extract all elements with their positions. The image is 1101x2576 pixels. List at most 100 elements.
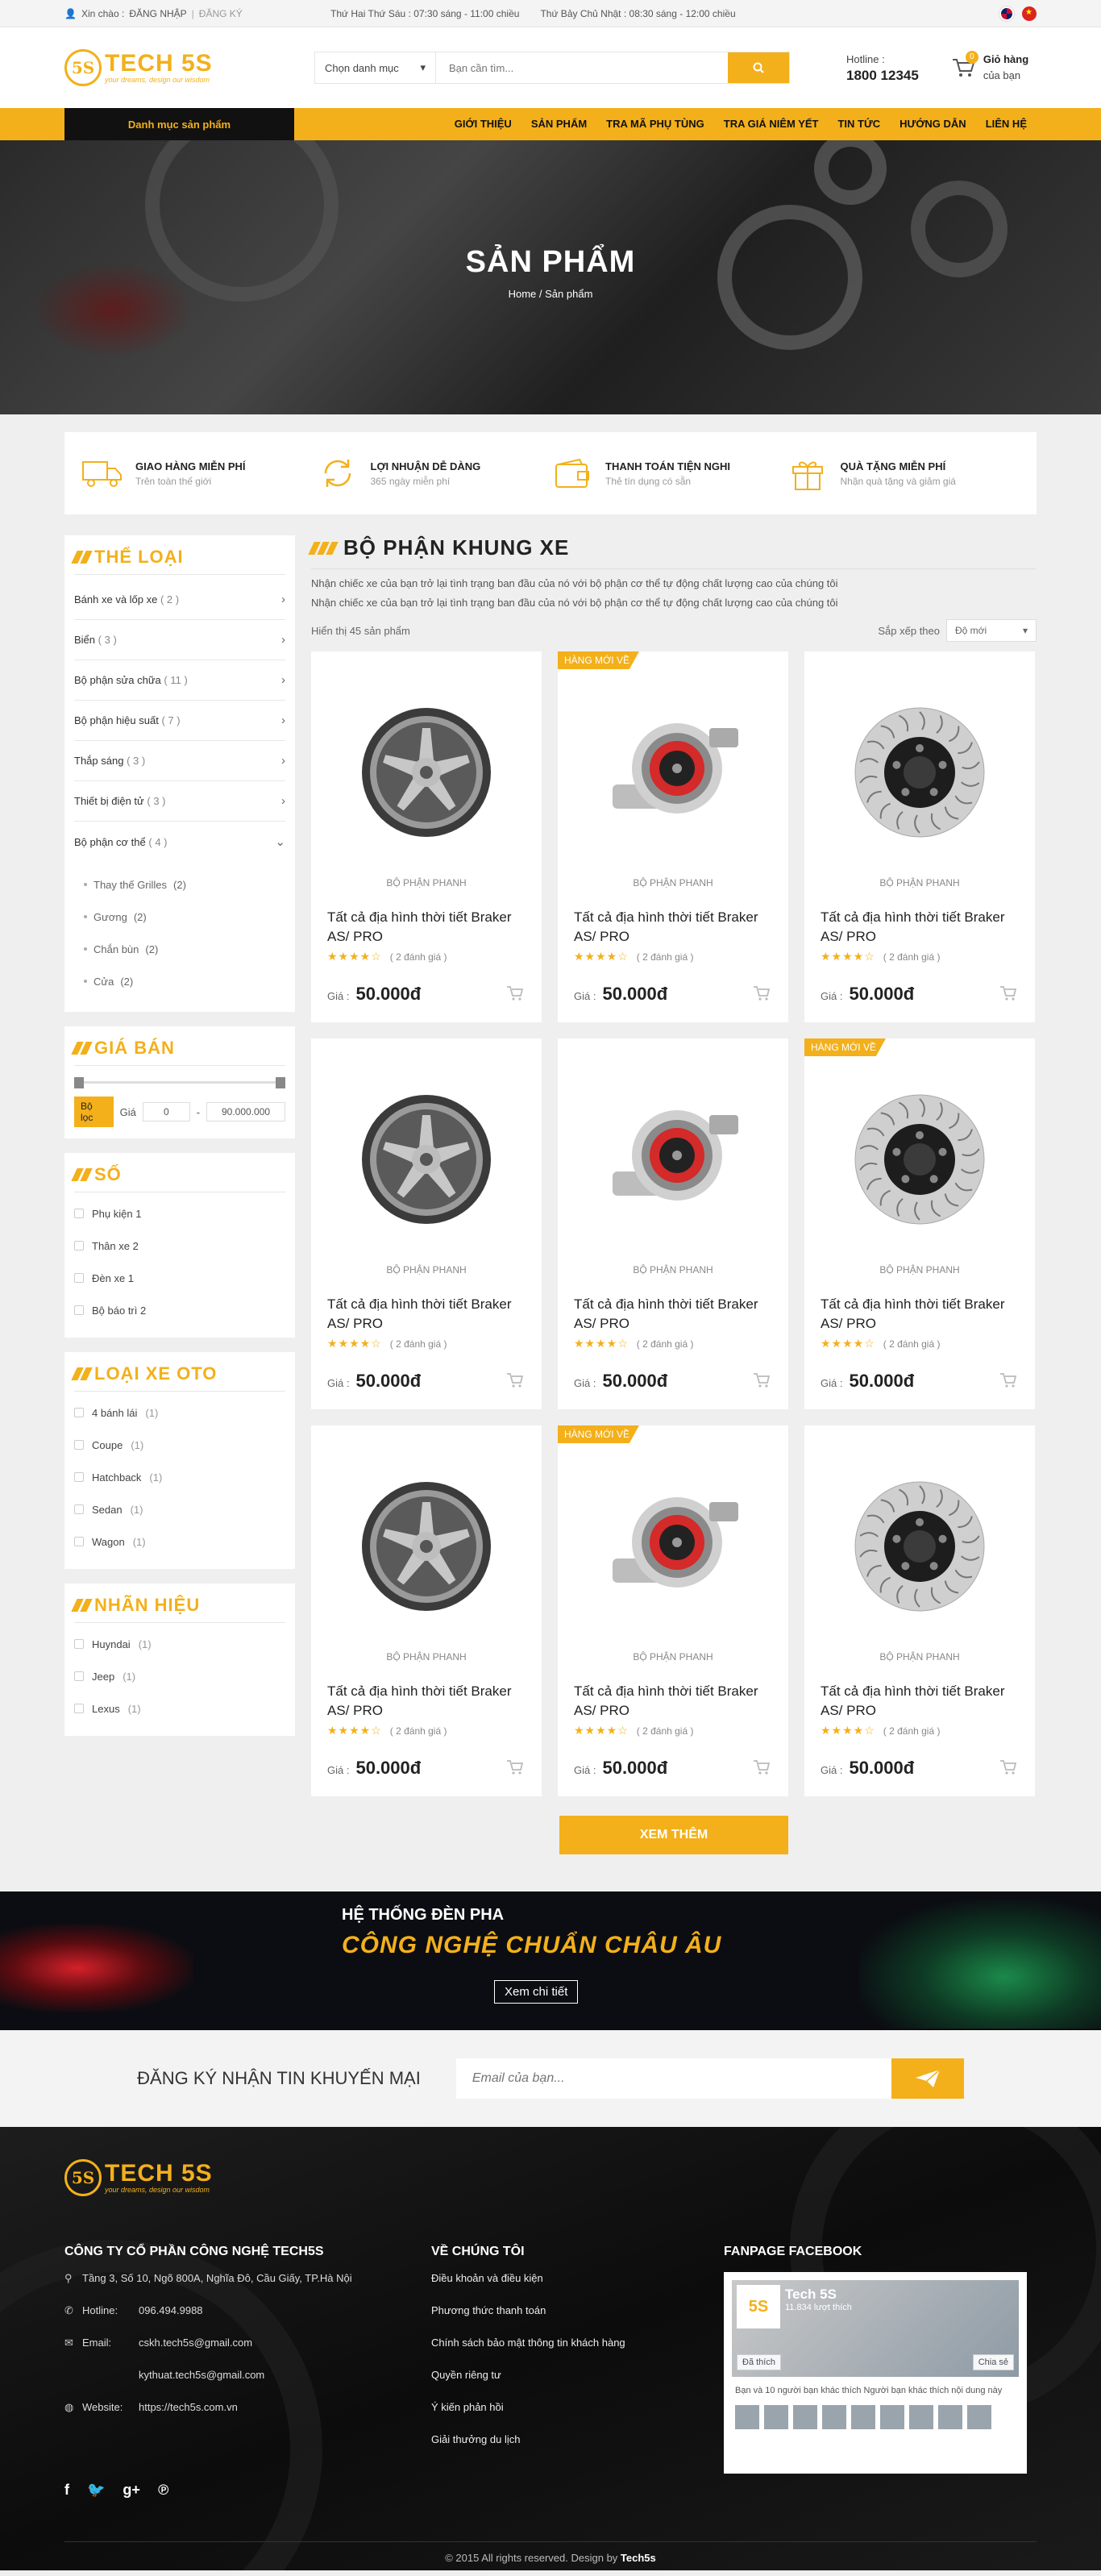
product-card[interactable]: HÀNG MỚI VỀ BỘ PHẬN PHANH Tất cả địa hình … <box>804 1038 1035 1409</box>
facebook-icon[interactable]: f <box>64 2482 69 2499</box>
product-card[interactable]: BỘ PHẬN PHANH Tất cả địa hình thời tiết B… <box>804 651 1035 1022</box>
subcategory-item[interactable]: Chắn bùn (2) <box>84 933 285 965</box>
category-item[interactable]: Thắp sáng ( 3 ) › <box>74 741 285 781</box>
category-item[interactable]: Bánh xe và lốp xe ( 2 ) › <box>74 580 285 620</box>
twitter-icon[interactable]: 🐦 <box>87 2482 105 2499</box>
avatar[interactable] <box>851 2405 875 2429</box>
nav-item-gioi-thieu[interactable]: GIỚI THIỆU <box>445 108 521 140</box>
add-to-cart-icon[interactable] <box>753 985 771 1006</box>
product-name[interactable]: Tất cả địa hình thời tiết Braker AS/ PRO <box>574 1682 772 1721</box>
avatar[interactable] <box>938 2405 962 2429</box>
footer-link[interactable]: Chính sách bảo mật thông tin khách hàng <box>431 2337 673 2369</box>
avatar[interactable] <box>764 2405 788 2429</box>
product-image[interactable] <box>574 1458 772 1635</box>
add-to-cart-icon[interactable] <box>506 1759 524 1780</box>
product-image[interactable] <box>574 1071 772 1248</box>
category-item[interactable]: Bộ phận sửa chữa ( 11 ) › <box>74 660 285 701</box>
slider-handle-min[interactable] <box>74 1077 84 1088</box>
add-to-cart-icon[interactable] <box>506 1372 524 1393</box>
nav-item-tin-tuc[interactable]: TIN TỨC <box>828 108 890 140</box>
product-name[interactable]: Tất cả địa hình thời tiết Braker AS/ PRO <box>574 908 772 947</box>
product-name[interactable]: Tất cả địa hình thời tiết Braker AS/ PRO <box>821 1682 1019 1721</box>
so-checkbox[interactable]: Thân xe 2 <box>74 1230 285 1262</box>
subcategory-item[interactable]: Thay thế Grilles (2) <box>84 868 285 901</box>
brand-checkbox[interactable]: Jeep (1) <box>74 1660 285 1692</box>
facebook-share-button[interactable]: Chia sẻ <box>972 2354 1014 2370</box>
pinterest-icon[interactable]: ℗ <box>158 2482 168 2499</box>
car-type-checkbox[interactable]: Wagon (1) <box>74 1525 285 1558</box>
hotline-number[interactable]: 1800 12345 <box>846 68 919 84</box>
subcategory-item[interactable]: Cửa (2) <box>84 965 285 997</box>
nav-item-san-pham[interactable]: SẢN PHẨM <box>521 108 596 140</box>
avatar[interactable] <box>793 2405 817 2429</box>
footer-hotline[interactable]: 096.494.9988 <box>139 2304 203 2316</box>
subcategory-item[interactable]: Gương (2) <box>84 901 285 933</box>
category-item-expanded[interactable]: Bộ phận cơ thể ( 4 ) ⌄ <box>74 822 285 862</box>
product-card[interactable]: BỘ PHẬN PHANH Tất cả địa hình thời tiết B… <box>558 1038 788 1409</box>
price-filter-button[interactable]: Bộ lọc <box>74 1097 114 1127</box>
brand-checkbox[interactable]: Huyndai (1) <box>74 1628 285 1660</box>
add-to-cart-icon[interactable] <box>753 1372 771 1393</box>
google-plus-icon[interactable]: g+ <box>123 2482 140 2499</box>
footer-link[interactable]: Phương thức thanh toán <box>431 2304 673 2337</box>
product-image[interactable] <box>327 1071 526 1248</box>
footer-email-2[interactable]: kythuat.tech5s@gmail.com <box>139 2369 264 2381</box>
slider-handle-max[interactable] <box>276 1077 285 1088</box>
avatar[interactable] <box>967 2405 991 2429</box>
avatar[interactable] <box>822 2405 846 2429</box>
product-image[interactable] <box>821 684 1019 861</box>
logo[interactable]: 5S TECH 5S your dreams, design our wisdo… <box>64 49 314 86</box>
facebook-like-button[interactable]: Đã thích <box>737 2354 781 2370</box>
avatar[interactable] <box>735 2405 759 2429</box>
nav-item-tra-ma-phu-tung[interactable]: TRA MÃ PHỤ TÙNG <box>596 108 714 140</box>
footer-link[interactable]: Ý kiến phản hồi <box>431 2401 673 2433</box>
cart-button[interactable]: 0 Giỏ hàng của bạn <box>951 51 1028 84</box>
category-item[interactable]: Bộ phận hiệu suất ( 7 ) › <box>74 701 285 741</box>
login-link[interactable]: ĐĂNG NHẬP <box>129 8 186 19</box>
product-name[interactable]: Tất cả địa hình thời tiết Braker AS/ PRO <box>821 908 1019 947</box>
add-to-cart-icon[interactable] <box>999 1372 1017 1393</box>
nav-item-lien-he[interactable]: LIÊN HỆ <box>976 108 1037 140</box>
footer-link[interactable]: Quyền riêng tư <box>431 2369 673 2401</box>
footer-email-1[interactable]: cskh.tech5s@gmail.com <box>139 2337 252 2349</box>
search-category-select[interactable]: Chọn danh mục ▾ <box>315 52 436 83</box>
add-to-cart-icon[interactable] <box>753 1759 771 1780</box>
product-name[interactable]: Tất cả địa hình thời tiết Braker AS/ PRO <box>574 1295 772 1334</box>
car-type-checkbox[interactable]: 4 bánh lái (1) <box>74 1396 285 1429</box>
search-input[interactable] <box>436 52 728 83</box>
category-item[interactable]: Biển ( 3 ) › <box>74 620 285 660</box>
nav-item-tra-gia-niem-yet[interactable]: TRA GIÁ NIÊM YẾT <box>714 108 829 140</box>
flag-vn-icon[interactable] <box>1022 6 1037 21</box>
product-card[interactable]: BỘ PHẬN PHANH Tất cả địa hình thời tiết B… <box>311 1425 542 1796</box>
product-card[interactable]: BỘ PHẬN PHANH Tất cả địa hình thời tiết B… <box>311 651 542 1022</box>
so-checkbox[interactable]: Đèn xe 1 <box>74 1262 285 1294</box>
product-image[interactable] <box>327 1458 526 1635</box>
product-card[interactable]: BỘ PHẬN PHANH Tất cả địa hình thời tiết B… <box>311 1038 542 1409</box>
category-menu-button[interactable]: Danh mục sản phẩm <box>64 108 294 140</box>
product-card[interactable]: BỘ PHẬN PHANH Tất cả địa hình thời tiết B… <box>804 1425 1035 1796</box>
footer-link[interactable]: Giải thưởng du lịch <box>431 2433 673 2466</box>
copyright-brand[interactable]: Tech5s <box>621 2552 656 2564</box>
product-image[interactable] <box>327 684 526 861</box>
load-more-button[interactable]: XEM THÊM <box>559 1816 788 1854</box>
product-name[interactable]: Tất cả địa hình thời tiết Braker AS/ PRO <box>327 908 526 947</box>
avatar[interactable] <box>909 2405 933 2429</box>
footer-website[interactable]: https://tech5s.com.vn <box>139 2401 238 2413</box>
product-image[interactable] <box>821 1458 1019 1635</box>
footer-logo[interactable]: 5S TECH 5S your dreams, design our wisdo… <box>64 2159 314 2196</box>
sort-select[interactable]: Độ mới ▾ <box>946 619 1037 642</box>
car-type-checkbox[interactable]: Hatchback (1) <box>74 1461 285 1493</box>
product-name[interactable]: Tất cả địa hình thời tiết Braker AS/ PRO <box>327 1295 526 1334</box>
price-min-field[interactable]: 0 <box>142 1102 190 1122</box>
product-card[interactable]: HÀNG MỚI VỀ BỘ PHẬN PHANH Tất cả địa hình … <box>558 1425 788 1796</box>
newsletter-email-input[interactable] <box>455 2058 891 2099</box>
car-type-checkbox[interactable]: Sedan (1) <box>74 1493 285 1525</box>
register-link[interactable]: ĐĂNG KÝ <box>199 8 243 19</box>
product-name[interactable]: Tất cả địa hình thời tiết Braker AS/ PRO <box>821 1295 1019 1334</box>
footer-link[interactable]: Điều khoản và điều kiện <box>431 2272 673 2304</box>
search-button[interactable] <box>728 52 789 83</box>
facebook-page-avatar[interactable]: 5S <box>737 2285 780 2328</box>
product-image[interactable] <box>821 1071 1019 1248</box>
price-max-field[interactable]: 90.000.000 <box>206 1102 286 1122</box>
breadcrumb-home[interactable]: Home <box>509 288 537 300</box>
